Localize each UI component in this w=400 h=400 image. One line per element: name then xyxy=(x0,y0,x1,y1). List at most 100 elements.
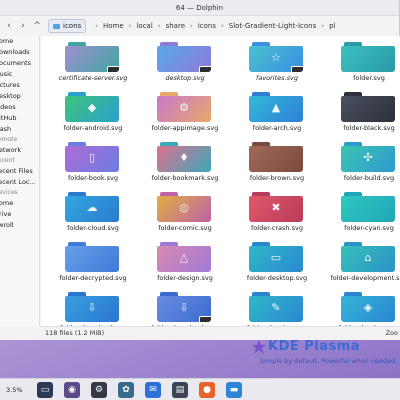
file-item[interactable]: ☆ favorites.svg xyxy=(231,40,323,90)
file-name: folder-comic.svg xyxy=(158,224,212,232)
sidebar-item[interactable]: Documents xyxy=(0,58,39,69)
file-item[interactable]: folder-cyan.svg xyxy=(323,190,400,240)
folder-emblem-icon: ⚙ xyxy=(179,101,189,114)
folder-icon: ⇩ xyxy=(65,292,119,322)
folder-icon: ☆ xyxy=(249,42,303,72)
file-item[interactable]: ⇩folder-downloads.svg xyxy=(139,290,231,326)
file-item[interactable]: ✎folder-drawing.svg xyxy=(231,290,323,326)
folder-icon: ♦ xyxy=(157,142,211,172)
file-item[interactable]: ✣ folder-build.svg xyxy=(323,140,400,190)
symlink-badge-icon xyxy=(199,316,211,322)
file-item[interactable]: folder-decrypted.svg xyxy=(47,240,139,290)
file-item[interactable]: folder.svg xyxy=(323,40,400,90)
folder-icon xyxy=(341,192,395,222)
file-name: folder-black.svg xyxy=(343,124,395,132)
sidebar-item[interactable]: Home xyxy=(0,36,39,47)
breadcrumb-item[interactable]: pl xyxy=(329,22,335,30)
folder-emblem-icon: ✖ xyxy=(271,201,281,214)
file-name: certificate-server.svg xyxy=(58,74,128,82)
sidebar-item[interactable]: Videos xyxy=(0,102,39,113)
forward-button[interactable]: › xyxy=(16,21,30,31)
breadcrumb-item[interactable]: icons xyxy=(198,22,216,30)
sidebar-item[interactable]: Network xyxy=(0,145,39,156)
file-name: folder-build.svg xyxy=(343,174,395,182)
folder-emblem-icon: ⌂ xyxy=(364,251,372,264)
file-name: folder.svg xyxy=(353,74,385,82)
folder-icon: ▭ xyxy=(249,242,303,272)
kde-logo-icon xyxy=(252,340,266,354)
breadcrumb-item[interactable]: share xyxy=(166,22,185,30)
up-button[interactable]: ^ xyxy=(30,21,44,31)
places-sidebar: HomeDownloadsDocumentsMusicPicturesDeskt… xyxy=(0,36,40,326)
file-item[interactable]: folder-brown.svg xyxy=(231,140,323,190)
file-item[interactable]: ◆ folder-android.svg xyxy=(47,90,139,140)
file-item[interactable]: ▯ folder-book.svg xyxy=(47,140,139,190)
file-item[interactable]: ▲ folder-arch.svg xyxy=(231,90,323,140)
file-item[interactable]: ◎ folder-comic.svg xyxy=(139,190,231,240)
app-icon[interactable]: ✿ xyxy=(118,381,134,398)
toolbar: ‹ › ^ icons › Home › local › share › icons › Slot… xyxy=(0,16,399,36)
breadcrumb-item[interactable]: local xyxy=(136,22,152,30)
monitor-icon[interactable]: ▭ xyxy=(37,381,53,398)
mail-icon[interactable]: ✉ xyxy=(145,381,161,398)
file-item[interactable]: ⌂ folder-development.svg xyxy=(323,240,400,290)
symlink-badge-icon xyxy=(291,66,303,72)
sidebar-item[interactable]: Recent Loc... xyxy=(0,177,39,188)
folder-icon: ⚙ xyxy=(157,92,211,122)
sidebar-item[interactable]: Downloads xyxy=(0,47,39,58)
dolphin-window: 64 — Dolphin ‹ › ^ icons › Home › local › sha… xyxy=(0,0,400,340)
folder-emblem-icon: △ xyxy=(179,251,189,264)
sidebar-item[interactable]: Desktop xyxy=(0,91,39,102)
files-icon[interactable]: ▬ xyxy=(226,381,242,398)
sidebar-item[interactable]: Music xyxy=(0,69,39,80)
breadcrumb-separator-icon: › xyxy=(95,22,98,30)
file-item[interactable]: ◈folder-dropbox.svg xyxy=(323,290,400,326)
breadcrumb-item[interactable]: Slot-Gradient-Light-Icons xyxy=(229,22,316,30)
folder-icon: ⇩ xyxy=(157,292,211,322)
file-item[interactable]: △ folder-design.svg xyxy=(139,240,231,290)
file-name: folder-decrypted.svg xyxy=(59,274,127,282)
folder-icon: △ xyxy=(157,242,211,272)
file-item[interactable]: ⇩folder-download.svg xyxy=(47,290,139,326)
sidebar-item[interactable]: Home xyxy=(0,198,39,209)
folder-icon: ◆ xyxy=(65,92,119,122)
file-name: folder-arch.svg xyxy=(252,124,302,132)
breadcrumb-separator-icon: › xyxy=(128,22,132,30)
folder-emblem-icon: ◈ xyxy=(363,301,373,314)
file-item[interactable]: certificate-server.svg xyxy=(47,40,139,90)
sidebar-item[interactable]: Drive xyxy=(0,209,39,220)
sidebar-item[interactable]: GitHub xyxy=(0,113,39,124)
kde-plasma-name: KDE Plasma xyxy=(268,339,361,354)
folder-icon: ✎ xyxy=(249,292,303,322)
breadcrumb-item[interactable]: Home xyxy=(103,22,124,30)
back-button[interactable]: ‹ xyxy=(2,21,16,31)
sidebar-item[interactable]: Swroll xyxy=(0,220,39,231)
search-icon[interactable]: ◉ xyxy=(64,381,80,398)
firefox-icon[interactable]: ● xyxy=(199,381,215,398)
terminal-icon[interactable]: ▤ xyxy=(172,381,188,398)
file-name: folder-cyan.svg xyxy=(344,224,394,232)
settings-icon[interactable]: ⚙ xyxy=(91,381,107,398)
file-item[interactable]: ♦ folder-bookmark.svg xyxy=(139,140,231,190)
folder-icon xyxy=(341,92,395,122)
breadcrumb-separator-icon: › xyxy=(321,22,325,30)
folder-emblem-icon: ☆ xyxy=(271,51,281,64)
sidebar-item[interactable]: Recent Files xyxy=(0,166,39,177)
sidebar-item[interactable]: Trash xyxy=(0,124,39,135)
folder-icon xyxy=(341,42,395,72)
location-chip[interactable]: icons xyxy=(48,19,87,33)
sidebar-section-header: Recent xyxy=(0,157,15,164)
file-item[interactable]: ✖ folder-crash.svg xyxy=(231,190,323,240)
battery-percentage[interactable]: 3.5% xyxy=(6,386,26,394)
folder-emblem-icon: ♦ xyxy=(179,151,189,164)
file-name: folder-appimage.svg xyxy=(151,124,219,132)
file-item[interactable]: folder-black.svg xyxy=(323,90,400,140)
file-item[interactable]: desktop.svg xyxy=(139,40,231,90)
folder-emblem-icon: ▯ xyxy=(88,151,96,164)
file-item[interactable]: ⚙ folder-appimage.svg xyxy=(139,90,231,140)
sidebar-item[interactable]: Pictures xyxy=(0,80,39,91)
file-item[interactable]: ▭ folder-desktop.svg xyxy=(231,240,323,290)
folder-icon: ☁ xyxy=(65,192,119,222)
folder-icon: ◈ xyxy=(341,292,395,322)
file-item[interactable]: ☁ folder-cloud.svg xyxy=(47,190,139,240)
